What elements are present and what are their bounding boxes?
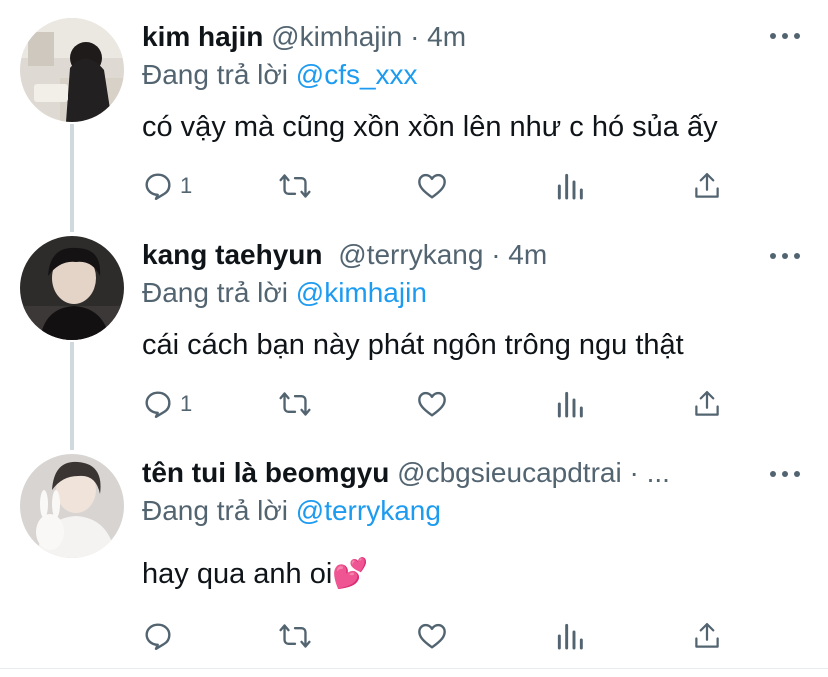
share-button[interactable] — [692, 616, 722, 656]
replying-to-label: Đang trả lời — [142, 59, 288, 90]
reply-count: 1 — [180, 391, 193, 416]
action-bar: 1 — [0, 166, 828, 206]
user-handle[interactable]: @kimhajin — [271, 21, 402, 52]
retweet-icon — [279, 392, 311, 416]
tweet[interactable]: tên tui là beomgyu @cbgsieucapdtrai · ..… — [0, 436, 828, 668]
action-bar: 1 — [0, 384, 828, 424]
share-icon — [695, 391, 719, 416]
mention-link[interactable]: @kimhajin — [296, 277, 427, 308]
retweet-icon — [279, 624, 311, 648]
analytics-icon — [557, 391, 583, 418]
reply-button[interactable]: 1 — [142, 384, 192, 424]
replying-to-label: Đang trả lời — [142, 495, 288, 526]
more-icon[interactable] — [770, 30, 800, 42]
retweet-icon — [279, 174, 311, 198]
analytics-icon — [557, 173, 583, 200]
user-handle[interactable]: @cbgsieucapdtrai — [397, 457, 622, 488]
timestamp[interactable]: · 4m — [491, 239, 547, 270]
replying-to: Đang trả lời @cfs_xxx — [142, 58, 418, 92]
heart-icon — [418, 623, 446, 649]
avatar[interactable] — [20, 18, 124, 122]
analytics-icon — [557, 623, 583, 650]
retweet-button[interactable] — [278, 616, 312, 656]
more-icon[interactable] — [770, 250, 800, 262]
retweet-button[interactable] — [278, 384, 312, 424]
replying-to: Đang trả lời @terrykang — [142, 494, 441, 528]
analytics-button[interactable] — [555, 616, 585, 656]
reply-button[interactable] — [142, 616, 180, 656]
mention-link[interactable]: @terrykang — [296, 495, 441, 526]
tweet-header: kang taehyun @terrykang · 4m — [142, 238, 547, 272]
more-icon[interactable] — [770, 468, 800, 480]
avatar[interactable] — [20, 236, 124, 340]
reply-count: 1 — [180, 173, 193, 198]
mention-link[interactable]: @cfs_xxx — [296, 59, 418, 90]
reply-button[interactable]: 1 — [142, 166, 192, 206]
tweet-text: cái cách bạn này phát ngôn trông ngu thậ… — [142, 329, 684, 361]
like-button[interactable] — [416, 384, 448, 424]
tweet-header: tên tui là beomgyu @cbgsieucapdtrai · ..… — [142, 456, 670, 490]
analytics-button[interactable] — [555, 166, 585, 206]
share-icon — [695, 173, 719, 198]
avatar[interactable] — [20, 454, 124, 558]
like-button[interactable] — [416, 166, 448, 206]
analytics-button[interactable] — [555, 384, 585, 424]
display-name[interactable]: kim hajin — [142, 21, 263, 52]
comment-icon — [145, 391, 171, 418]
comment-icon — [145, 173, 171, 200]
tweet-text-content: hay qua anh oi — [142, 558, 333, 590]
retweet-button[interactable] — [278, 166, 312, 206]
divider — [0, 668, 828, 669]
timestamp[interactable]: · ... — [629, 457, 669, 488]
tweet-text: có vậy mà cũng xồn xồn lên như c hó sủa … — [142, 111, 718, 143]
comment-icon — [145, 623, 171, 650]
tweet-header: kim hajin @kimhajin · 4m — [142, 20, 466, 54]
tweet-text: hay qua anh oi💕 — [142, 556, 368, 592]
display-name[interactable]: tên tui là beomgyu — [142, 457, 389, 488]
display-name[interactable]: kang taehyun — [142, 239, 322, 270]
replying-to-label: Đang trả lời — [142, 277, 288, 308]
tweet[interactable]: kang taehyun @terrykang · 4m Đang trả lờ… — [0, 218, 828, 436]
replying-to: Đang trả lời @kimhajin — [142, 276, 427, 310]
user-handle[interactable]: @terrykang — [338, 239, 483, 270]
action-bar — [0, 616, 828, 656]
heart-icon — [418, 173, 446, 199]
like-button[interactable] — [416, 616, 448, 656]
tweet[interactable]: kim hajin @kimhajin · 4m Đang trả lời @c… — [0, 0, 828, 218]
heart-icon — [418, 391, 446, 417]
two-hearts-emoji: 💕 — [332, 558, 369, 590]
share-button[interactable] — [692, 166, 722, 206]
timestamp[interactable]: · 4m — [410, 21, 466, 52]
share-button[interactable] — [692, 384, 722, 424]
share-icon — [695, 623, 719, 648]
